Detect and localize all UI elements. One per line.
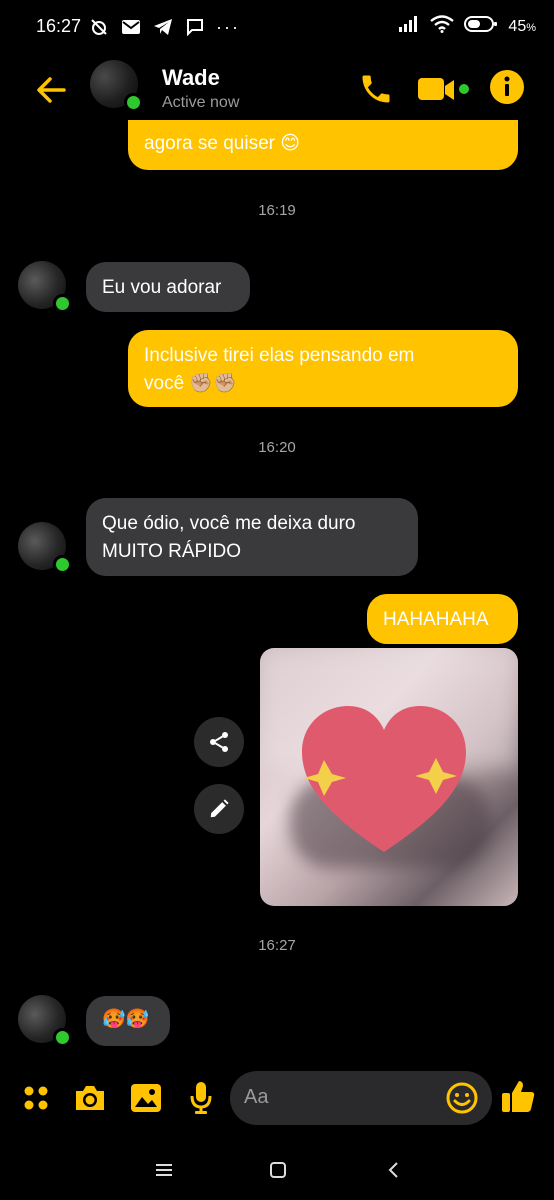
share-button[interactable] — [194, 717, 244, 767]
phone-icon — [362, 75, 390, 103]
square-icon — [270, 1162, 286, 1178]
back-button[interactable] — [30, 68, 74, 112]
timestamp: 16:20 — [258, 439, 296, 456]
status-bar: 16:27 ··· 45% — [0, 0, 554, 56]
message-input-placeholder: Aa — [244, 1086, 269, 1108]
back-arrow-icon — [37, 77, 66, 103]
wifi-icon — [430, 15, 455, 38]
image-icon — [131, 1084, 161, 1112]
message-incoming[interactable]: 🥵🥵 — [86, 996, 170, 1046]
video-camera-icon — [418, 78, 469, 100]
contact-avatar[interactable] — [90, 60, 143, 112]
heart-sticker — [302, 706, 466, 852]
sender-avatar[interactable] — [18, 522, 72, 574]
message-outgoing[interactable]: agora se quiser 😊 — [128, 120, 518, 170]
system-navigation-bar — [0, 1140, 554, 1200]
camera-button[interactable] — [72, 1080, 108, 1116]
info-icon — [490, 70, 524, 104]
chat-icon — [184, 16, 206, 38]
thumbs-up-icon — [502, 1081, 535, 1112]
chevron-left-icon — [388, 1162, 398, 1178]
voice-message-button[interactable] — [183, 1080, 219, 1116]
photo-message[interactable] — [260, 648, 518, 906]
recents-button[interactable] — [152, 1158, 176, 1182]
menu-icon — [156, 1164, 172, 1176]
microphone-icon — [190, 1082, 212, 1114]
message-incoming[interactable]: Que ódio, você me deixa duro MUITO RÁPID… — [86, 498, 418, 576]
edit-button[interactable] — [194, 784, 244, 834]
home-button[interactable] — [266, 1158, 290, 1182]
video-call-button[interactable] — [416, 73, 472, 107]
sender-avatar[interactable] — [18, 261, 72, 313]
message-outgoing[interactable]: Inclusive tirei elas pensando em você ✊🏼… — [128, 330, 518, 407]
message-input[interactable]: Aa — [230, 1071, 492, 1125]
sender-avatar[interactable] — [18, 995, 72, 1047]
message-incoming[interactable]: Eu vou adorar — [86, 262, 250, 312]
mail-icon — [120, 16, 142, 38]
chat-header: Wade Active now — [0, 56, 554, 126]
grid-dots-icon — [24, 1086, 48, 1110]
status-right: 45% — [398, 15, 536, 38]
camera-icon — [76, 1086, 104, 1110]
emoji-icon[interactable] — [446, 1082, 478, 1114]
more-notifications-icon: ··· — [216, 16, 240, 37]
back-nav-button[interactable] — [382, 1158, 406, 1182]
presence-status: Active now — [162, 94, 240, 111]
share-icon — [210, 732, 228, 752]
like-button[interactable] — [500, 1078, 536, 1114]
battery-icon — [464, 15, 498, 38]
timestamp: 16:27 — [258, 937, 296, 954]
gallery-button[interactable] — [128, 1080, 164, 1116]
online-indicator — [53, 555, 72, 574]
signal-icon — [398, 15, 420, 38]
status-notification-icons: ··· — [88, 16, 240, 38]
info-button[interactable] — [489, 69, 525, 105]
message-composer: Aa — [0, 1068, 554, 1132]
pencil-icon — [210, 799, 229, 818]
message-outgoing[interactable]: HAHAHAHA — [367, 594, 518, 644]
online-indicator — [53, 294, 72, 313]
online-indicator — [53, 1028, 72, 1047]
telegram-icon — [152, 16, 174, 38]
voice-call-button[interactable] — [356, 69, 396, 109]
timestamp: 16:19 — [258, 202, 296, 219]
status-time: 16:27 — [36, 16, 82, 36]
battery-percent: 45% — [508, 17, 536, 35]
more-actions-button[interactable] — [18, 1080, 54, 1116]
online-indicator — [124, 93, 143, 112]
contact-name[interactable]: Wade — [162, 65, 220, 91]
alarm-off-icon — [88, 16, 110, 38]
